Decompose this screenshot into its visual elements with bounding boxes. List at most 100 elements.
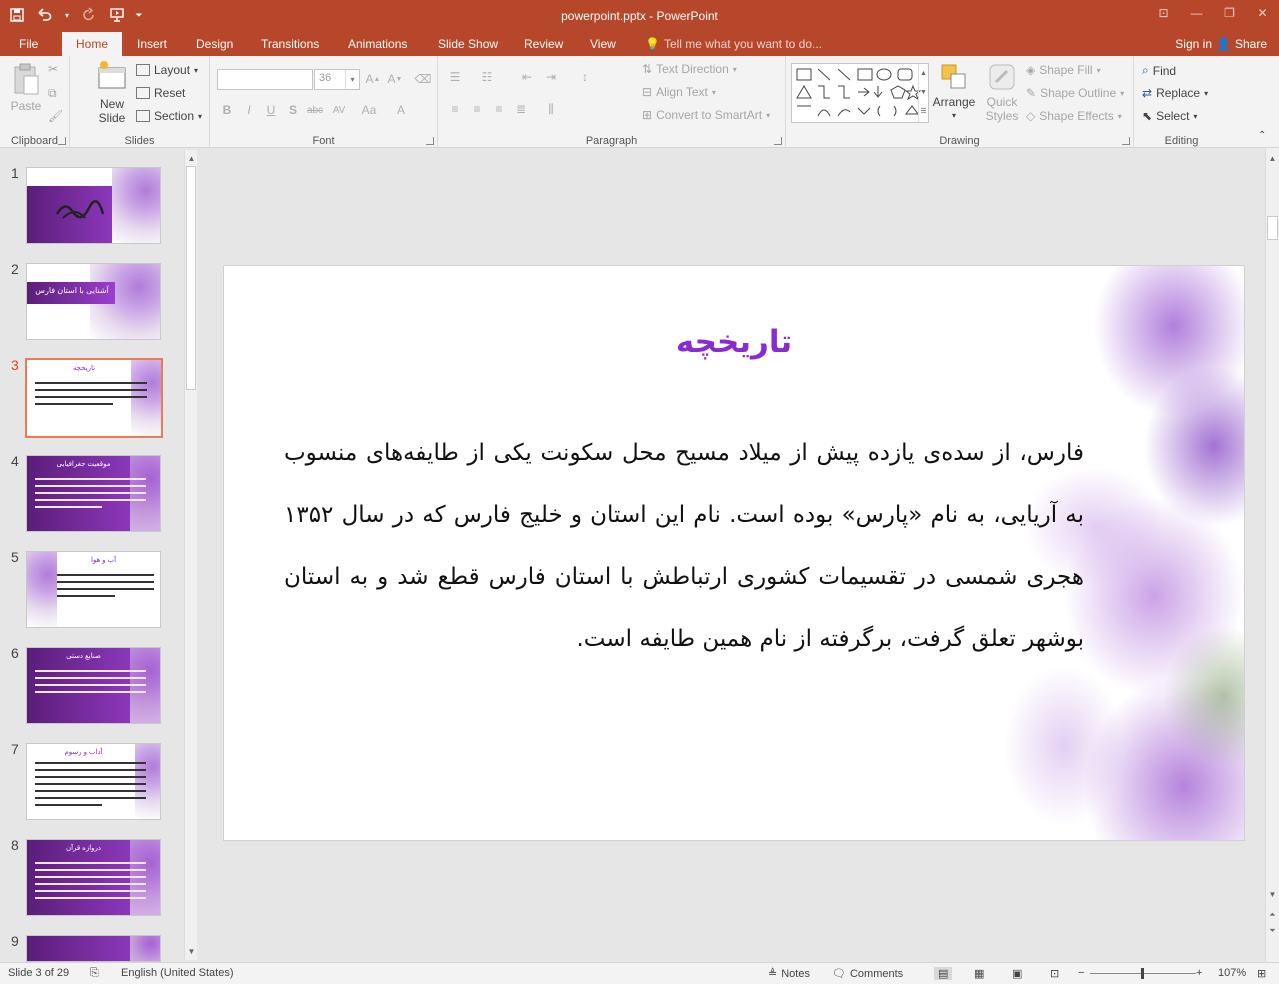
notes-button[interactable]: ≜ Notes — [768, 967, 810, 981]
drawing-launcher-icon[interactable] — [1122, 137, 1130, 145]
slide-thumbnail-7[interactable]: آداب و رسوم — [26, 743, 161, 820]
character-spacing-icon[interactable]: AV — [330, 101, 348, 119]
close-icon[interactable]: ✕ — [1246, 0, 1279, 26]
font-size-input[interactable]: 36 ▾ — [314, 69, 360, 90]
align-text-button[interactable]: ⊟ Align Text ▾ — [642, 85, 716, 99]
tab-animations[interactable]: Animations — [348, 32, 407, 56]
language-indicator[interactable]: English (United States) — [121, 967, 234, 979]
tab-file[interactable]: File — [19, 32, 38, 56]
slide-scrollbar[interactable]: ▲ ▼ ⏶ ⏷ — [1265, 148, 1279, 962]
italic-icon[interactable]: I — [240, 101, 258, 119]
format-painter-icon[interactable]: 🖌 — [48, 109, 63, 123]
current-slide[interactable]: تاریخچه فارس، از سده‌ی یازده پیش از میلا… — [223, 265, 1245, 841]
zoom-level[interactable]: 107% — [1218, 967, 1246, 979]
reset-button[interactable]: Reset — [136, 86, 185, 100]
thumbnail-scroll-thumb[interactable] — [186, 166, 196, 390]
new-slide-button[interactable]: New Slide — [92, 60, 132, 125]
slide-thumbnail-2[interactable]: آشنایی با استان فارس — [26, 263, 161, 340]
underline-icon[interactable]: U — [262, 101, 280, 119]
text-direction-button[interactable]: ⇅ Text Direction ▾ — [642, 62, 737, 76]
tab-slide-show[interactable]: Slide Show — [438, 32, 498, 56]
tab-home[interactable]: Home — [62, 32, 123, 56]
columns-icon[interactable]: ⫼ — [542, 100, 560, 118]
slide-scroll-up-icon[interactable]: ▲ — [1266, 152, 1279, 165]
select-button[interactable]: ⬉ Select ▾ — [1142, 109, 1197, 123]
clipboard-launcher-icon[interactable] — [58, 137, 66, 145]
scroll-up-arrow-icon[interactable]: ▲ — [185, 152, 198, 165]
slide-thumbnail-1[interactable] — [26, 167, 161, 244]
zoom-out-icon[interactable]: − — [1078, 967, 1084, 979]
convert-smartart-button[interactable]: ⊞ Convert to SmartArt ▾ — [642, 108, 770, 122]
change-case-icon[interactable]: Aa — [360, 101, 378, 119]
align-left-icon[interactable]: ≡ — [446, 100, 464, 118]
share-button[interactable]: 👤 Share — [1216, 32, 1267, 56]
arrange-button[interactable]: Arrange ▾ — [932, 62, 976, 123]
tab-transitions[interactable]: Transitions — [261, 32, 319, 56]
zoom-in-icon[interactable]: + — [1196, 967, 1202, 979]
align-center-icon[interactable]: ≡ — [468, 100, 486, 118]
slide-thumbnail-5[interactable]: آب و هوا — [26, 551, 161, 628]
shape-outline-button[interactable]: ✎ Shape Outline ▾ — [1026, 86, 1124, 100]
tab-insert[interactable]: Insert — [137, 32, 167, 56]
sign-in-link[interactable]: Sign in — [1175, 32, 1212, 56]
previous-slide-icon[interactable]: ⏶ — [1266, 908, 1279, 921]
zoom-slider-knob[interactable] — [1141, 968, 1144, 979]
slide-thumbnail-9[interactable] — [26, 935, 161, 962]
shapes-gallery-scroll-icon[interactable]: ▲ ▼ ☰ — [918, 64, 928, 122]
comments-button[interactable]: 🗨 Comments — [832, 967, 903, 981]
slide-thumbnail-4[interactable]: موقعیت جغرافیایی — [26, 455, 161, 532]
normal-view-icon[interactable]: ▤ — [934, 967, 953, 980]
numbering-icon[interactable]: ☷ — [478, 68, 496, 86]
slide-scroll-down-icon[interactable]: ▼ — [1266, 888, 1279, 901]
strikethrough-icon[interactable]: abc — [306, 101, 324, 119]
font-color-icon[interactable]: A — [392, 101, 410, 119]
font-name-input[interactable] — [217, 69, 313, 90]
font-launcher-icon[interactable] — [426, 137, 434, 145]
find-button[interactable]: ⌕ Find — [1142, 63, 1176, 78]
slide-body-text[interactable]: فارس، از سده‌ی یازده پیش از میلاد مسیح م… — [284, 422, 1084, 670]
cut-icon[interactable]: ✂ — [48, 62, 58, 76]
quick-styles-button[interactable]: Quick Styles — [980, 62, 1024, 123]
paste-button[interactable]: Paste — [8, 62, 44, 113]
layout-button[interactable]: Layout ▾ — [136, 63, 198, 77]
section-button[interactable]: Section ▾ — [136, 109, 202, 123]
line-spacing-icon[interactable]: ↕ — [576, 68, 594, 86]
align-right-icon[interactable]: ≡ — [490, 100, 508, 118]
slide-title[interactable]: تاریخچه — [224, 324, 1244, 360]
slide-scroll-thumb[interactable] — [1267, 216, 1278, 240]
decrease-font-icon[interactable]: A ▼ — [386, 70, 404, 88]
increase-indent-icon[interactable]: ⇥ — [542, 68, 560, 86]
slide-sorter-icon[interactable]: ▦ — [974, 967, 984, 980]
fit-slide-icon[interactable]: ⊞ — [1257, 967, 1266, 980]
justify-icon[interactable]: ≣ — [512, 100, 530, 118]
reading-view-icon[interactable]: ▣ — [1012, 967, 1022, 980]
scroll-down-arrow-icon[interactable]: ▼ — [185, 945, 198, 958]
bold-icon[interactable]: B — [218, 101, 236, 119]
clear-formatting-icon[interactable]: ⌫ — [414, 70, 432, 88]
decrease-indent-icon[interactable]: ⇤ — [518, 68, 536, 86]
shapes-gallery[interactable]: ▲ ▼ ☰ — [791, 63, 929, 123]
increase-font-icon[interactable]: A ▲ — [364, 70, 382, 88]
replace-button[interactable]: ⇄ Replace ▾ — [1142, 86, 1208, 100]
shape-fill-button[interactable]: ◈ Shape Fill ▾ — [1026, 63, 1101, 77]
shape-effects-button[interactable]: ◇ Shape Effects ▾ — [1026, 109, 1122, 123]
minimize-icon[interactable]: — — [1180, 0, 1213, 26]
copy-icon[interactable]: ⧉ — [48, 86, 57, 101]
slideshow-view-icon[interactable]: ⊡ — [1050, 967, 1059, 980]
tell-me-box[interactable]: 💡 Tell me what you want to do... — [645, 32, 822, 56]
thumbnail-scrollbar[interactable]: ▲ ▼ — [184, 150, 197, 960]
ribbon-display-options-icon[interactable]: ⊡ — [1147, 0, 1180, 26]
paragraph-launcher-icon[interactable] — [774, 137, 782, 145]
tab-review[interactable]: Review — [524, 32, 563, 56]
restore-icon[interactable]: ❐ — [1213, 0, 1246, 26]
collapse-ribbon-icon[interactable]: ⌃ — [1258, 130, 1266, 141]
next-slide-icon[interactable]: ⏷ — [1266, 924, 1279, 937]
slide-thumbnail-3[interactable]: تاریخچه — [25, 358, 163, 438]
slide-thumbnail-8[interactable]: دروازه قرآن — [26, 839, 161, 916]
spell-check-icon[interactable]: ⎘ — [90, 967, 99, 980]
tab-design[interactable]: Design — [196, 32, 233, 56]
tab-view[interactable]: View — [590, 32, 616, 56]
bullets-icon[interactable]: ☰ — [446, 68, 464, 86]
slide-thumbnail-6[interactable]: صنایع دستی — [26, 647, 161, 724]
shadow-icon[interactable]: S — [284, 101, 302, 119]
